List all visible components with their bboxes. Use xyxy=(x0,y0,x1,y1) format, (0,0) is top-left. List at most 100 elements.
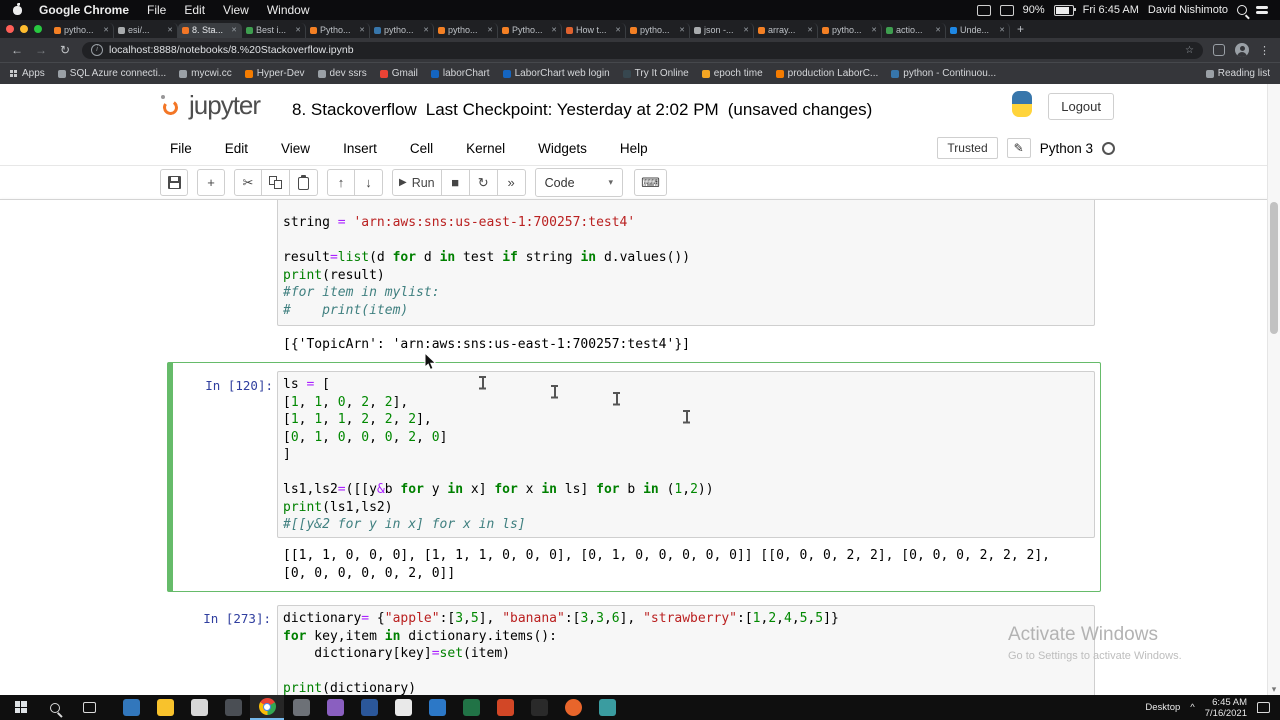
restart-run-all-button[interactable]: » xyxy=(497,169,526,196)
tab-close-icon[interactable]: ✕ xyxy=(935,26,941,34)
taskbar-app-edge[interactable] xyxy=(114,695,148,720)
bookmark-hyper-dev[interactable]: Hyper-Dev xyxy=(244,68,305,79)
task-view-button[interactable] xyxy=(72,695,106,720)
bookmark-laborchart-web-login[interactable]: LaborChart web login xyxy=(502,68,610,79)
scroll-down-arrow[interactable]: ▾ xyxy=(1268,683,1280,695)
tab-close-icon[interactable]: ✕ xyxy=(999,26,1005,34)
bookmark-apps[interactable]: Apps xyxy=(10,68,45,79)
control-center-icon[interactable] xyxy=(1256,5,1268,15)
bookmark-star-icon[interactable]: ☆ xyxy=(1185,45,1194,56)
taskbar-app-vs-code[interactable] xyxy=(420,695,454,720)
browser-tab[interactable]: pytho... ✕ xyxy=(626,22,690,38)
battery-icon[interactable] xyxy=(1053,4,1076,16)
menubar-user[interactable]: David Nishimoto xyxy=(1148,4,1228,16)
status-icon-display[interactable] xyxy=(976,4,991,16)
interrupt-kernel-button[interactable]: ■ xyxy=(441,169,470,196)
tab-close-icon[interactable]: ✕ xyxy=(423,26,429,34)
jupyter-menu-cell[interactable]: Cell xyxy=(410,141,433,156)
logout-button[interactable]: Logout xyxy=(1048,93,1114,120)
save-button[interactable] xyxy=(160,169,188,196)
trusted-badge[interactable]: Trusted xyxy=(937,137,998,159)
menubar-menu-file[interactable]: File xyxy=(147,3,166,17)
scrollbar-thumb[interactable] xyxy=(1270,202,1278,334)
browser-tab[interactable]: pytho... ✕ xyxy=(370,22,434,38)
browser-tab[interactable]: Pytho... ✕ xyxy=(498,22,562,38)
paste-cell-button[interactable] xyxy=(290,169,318,196)
browser-tab[interactable]: Unde... ✕ xyxy=(946,22,1010,38)
forward-button[interactable]: → xyxy=(34,43,48,57)
browser-tab[interactable]: pytho... ✕ xyxy=(50,22,114,38)
cell-type-select[interactable]: Code ▾ xyxy=(534,168,624,197)
jupyter-menu-edit[interactable]: Edit xyxy=(225,141,248,156)
edit-title-button[interactable]: ✎ xyxy=(1006,138,1031,158)
jupyter-menu-kernel[interactable]: Kernel xyxy=(466,141,505,156)
bookmark-python-continuou-[interactable]: python - Continuou... xyxy=(891,68,996,79)
restart-kernel-button[interactable]: ↻ xyxy=(469,169,498,196)
browser-tab[interactable]: actio... ✕ xyxy=(882,22,946,38)
bookmark-laborchart[interactable]: laborChart xyxy=(430,68,490,79)
zoom-window-icon[interactable] xyxy=(34,25,42,33)
minimize-window-icon[interactable] xyxy=(20,25,28,33)
page-scrollbar[interactable]: ▾ xyxy=(1267,84,1280,695)
close-window-icon[interactable] xyxy=(6,25,14,33)
start-button[interactable] xyxy=(4,695,38,720)
browser-tab[interactable]: Best i... ✕ xyxy=(242,22,306,38)
taskbar-app-app-teal[interactable] xyxy=(590,695,624,720)
back-button[interactable]: ← xyxy=(10,43,24,57)
tab-close-icon[interactable]: ✕ xyxy=(359,26,365,34)
taskbar-app-app-dark[interactable] xyxy=(216,695,250,720)
tab-close-icon[interactable]: ✕ xyxy=(679,26,685,34)
menubar-menu-view[interactable]: View xyxy=(223,3,249,17)
browser-tab[interactable]: How t... ✕ xyxy=(562,22,626,38)
browser-tab[interactable]: json -... ✕ xyxy=(690,22,754,38)
jupyter-menu-view[interactable]: View xyxy=(281,141,310,156)
desktop-toolbar-label[interactable]: Desktop xyxy=(1145,702,1180,713)
taskbar-app-powerpoint[interactable] xyxy=(488,695,522,720)
tray-expand-icon[interactable]: ^ xyxy=(1190,702,1194,713)
move-cell-down-button[interactable]: ↓ xyxy=(355,169,383,196)
browser-tab[interactable]: 8. Sta... ✕ xyxy=(178,22,242,38)
run-button[interactable]: ▶ Run xyxy=(392,169,442,196)
tab-close-icon[interactable]: ✕ xyxy=(103,26,109,34)
taskbar-app-excel[interactable] xyxy=(454,695,488,720)
taskbar-app-word[interactable] xyxy=(352,695,386,720)
tab-close-icon[interactable]: ✕ xyxy=(487,26,493,34)
move-cell-up-button[interactable]: ↑ xyxy=(327,169,355,196)
tab-close-icon[interactable]: ✕ xyxy=(807,26,813,34)
new-tab-button[interactable]: + xyxy=(1017,22,1024,36)
tab-close-icon[interactable]: ✕ xyxy=(551,26,557,34)
notification-center-icon[interactable] xyxy=(1257,702,1270,713)
menubar-clock[interactable]: Fri 6:45 AM xyxy=(1083,4,1139,16)
tab-close-icon[interactable]: ✕ xyxy=(743,26,749,34)
tab-close-icon[interactable]: ✕ xyxy=(295,26,301,34)
bookmark-epoch-time[interactable]: epoch time xyxy=(701,68,763,79)
taskbar-clock[interactable]: 6:45 AM 7/16/2021 xyxy=(1205,697,1247,719)
command-palette-button[interactable]: ⌨ xyxy=(634,169,667,196)
taskbar-app-app-black[interactable] xyxy=(522,695,556,720)
tab-close-icon[interactable]: ✕ xyxy=(231,26,237,34)
menubar-menu-window[interactable]: Window xyxy=(267,3,310,17)
notebook-title[interactable]: 8. Stackoverflow xyxy=(292,100,417,120)
taskbar-app-app-light[interactable] xyxy=(386,695,420,720)
jupyter-menu-help[interactable]: Help xyxy=(620,141,648,156)
cut-cell-button[interactable]: ✂ xyxy=(234,169,262,196)
bookmark-gmail[interactable]: Gmail xyxy=(379,68,418,79)
taskbar-search-button[interactable] xyxy=(38,695,72,720)
apple-menu-icon[interactable] xyxy=(12,3,23,16)
address-bar[interactable]: i localhost:8888/notebooks/8.%20Stackove… xyxy=(82,41,1203,59)
code-cell-partial[interactable]: string = 'arn:aws:sns:us-east-1:700257:t… xyxy=(0,200,1280,360)
browser-menu-icon[interactable]: ⋮ xyxy=(1259,44,1270,57)
reload-button[interactable]: ↻ xyxy=(58,43,72,57)
profile-avatar[interactable] xyxy=(1235,43,1249,57)
copy-cell-button[interactable] xyxy=(262,169,290,196)
menubar-app-name[interactable]: Google Chrome xyxy=(39,3,129,17)
taskbar-app-visual-studio[interactable] xyxy=(318,695,352,720)
jupyter-menu-file[interactable]: File xyxy=(170,141,192,156)
browser-tab[interactable]: Pytho... ✕ xyxy=(306,22,370,38)
bookmark-try-it-online[interactable]: Try It Online xyxy=(622,68,689,79)
jupyter-menu-widgets[interactable]: Widgets xyxy=(538,141,587,156)
browser-tab[interactable]: pytho... ✕ xyxy=(818,22,882,38)
taskbar-app-chrome[interactable] xyxy=(250,695,284,720)
browser-tab[interactable]: pytho... ✕ xyxy=(434,22,498,38)
status-icon-extra[interactable] xyxy=(999,4,1014,16)
